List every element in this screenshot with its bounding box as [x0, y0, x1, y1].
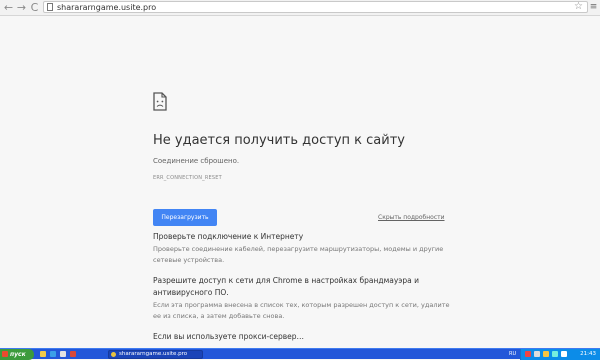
- browser-toolbar: ← → C sharararngame.usite.pro ☆ ≡: [0, 0, 600, 16]
- start-button[interactable]: пуск: [0, 349, 34, 360]
- suggestion-heading-firewall: Разрешите доступ к сети для Chrome в нас…: [153, 276, 419, 297]
- quicklaunch-folder-icon[interactable]: [40, 351, 46, 357]
- system-tray: 21:43: [520, 349, 600, 360]
- bookmark-star-icon[interactable]: ☆: [574, 1, 583, 13]
- tray-network-icon[interactable]: [534, 351, 540, 357]
- windows-taskbar: пуск sharararngame.usite.pro RU 21:43: [0, 348, 600, 360]
- back-button[interactable]: ←: [2, 1, 15, 14]
- clock[interactable]: 21:43: [580, 349, 596, 360]
- tray-update-icon[interactable]: [552, 351, 558, 357]
- chrome-icon: [111, 352, 116, 357]
- error-page: Не удается получить доступ к сайту Соеди…: [0, 16, 600, 346]
- tray-volume-icon[interactable]: [543, 351, 549, 357]
- suggestion-heading-proxy: Если вы используете прокси-сервер…: [153, 332, 305, 341]
- address-bar-url[interactable]: sharararngame.usite.pro: [57, 2, 156, 13]
- suggestion-body-firewall: Если эта программа внесена в список тех,…: [153, 301, 450, 320]
- address-bar[interactable]: sharararngame.usite.pro ☆: [43, 1, 588, 13]
- suggestion-heading-internet: Проверьте подключение к Интернету: [153, 232, 304, 241]
- chrome-menu-icon[interactable]: ≡: [589, 2, 598, 13]
- language-indicator[interactable]: RU: [509, 349, 516, 360]
- quicklaunch-app-icon[interactable]: [70, 351, 76, 357]
- windows-logo-icon: [2, 351, 8, 357]
- hide-details-link[interactable]: Скрыть подробности: [378, 214, 445, 222]
- error-title: Не удается получить доступ к сайту: [153, 133, 405, 148]
- sad-document-icon: [153, 92, 167, 111]
- forward-button[interactable]: →: [15, 1, 28, 14]
- error-code: ERR_CONNECTION_RESET: [153, 175, 222, 181]
- tray-app-icon[interactable]: [561, 351, 567, 357]
- tray-antivirus-icon[interactable]: [525, 351, 531, 357]
- start-label: пуск: [10, 351, 26, 358]
- error-description: Соединение сброшено.: [153, 157, 240, 165]
- suggestion-body-internet: Проверьте соединение кабелей, перезагруз…: [153, 245, 444, 264]
- taskbar-chrome-window[interactable]: sharararngame.usite.pro: [108, 350, 203, 359]
- taskbar-window-title: sharararngame.usite.pro: [119, 351, 188, 357]
- reload-page-button[interactable]: Перезагрузить: [153, 209, 217, 226]
- quicklaunch-ie-icon[interactable]: [50, 351, 56, 357]
- quicklaunch-desktop-icon[interactable]: [60, 351, 66, 357]
- page-icon: [47, 3, 53, 11]
- reload-button[interactable]: C: [28, 1, 41, 14]
